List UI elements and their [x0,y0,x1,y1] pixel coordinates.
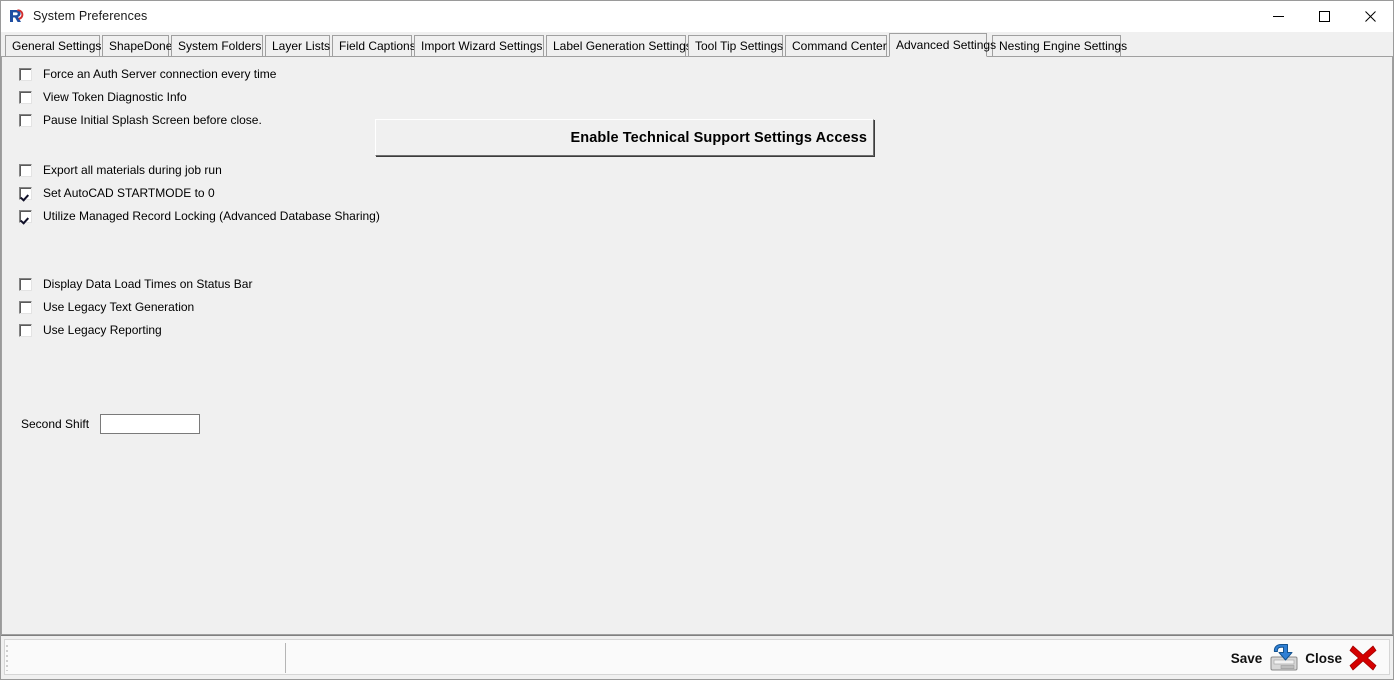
tab-label: Layer Lists [272,39,331,53]
tab-command-center[interactable]: Command Center [785,35,887,56]
checkbox-unchecked-icon[interactable] [19,323,32,337]
tab-label: Tool Tip Settings [695,39,784,53]
tab-label: System Folders [178,39,262,53]
checkbox-row[interactable]: Utilize Managed Record Locking (Advanced… [19,208,380,224]
checkbox-label: Pause Initial Splash Screen before close… [43,113,262,127]
checkbox-checked-icon[interactable] [19,186,32,200]
tab-label: Import Wizard Settings [421,39,543,53]
checkbox-label: Export all materials during job run [43,163,222,177]
window-controls [1255,1,1393,31]
tab-nesting-engine-settings[interactable]: Nesting Engine Settings [992,35,1127,56]
checkbox-unchecked-icon[interactable] [19,300,32,314]
checkbox-unchecked-icon[interactable] [19,90,32,104]
tab-label: Advanced Settings [896,38,997,52]
second-shift-input[interactable] [100,414,201,434]
tab-advanced-settings[interactable]: Advanced Settings [889,33,996,57]
checkbox-label: Set AutoCAD STARTMODE to 0 [43,186,215,200]
checkbox-label: Use Legacy Reporting [43,323,162,337]
checkbox-unchecked-icon[interactable] [19,113,32,127]
save-disk-icon[interactable] [1268,643,1300,673]
tab-import-wizard-settings[interactable]: Import Wizard Settings [414,35,544,56]
tab-label: Command Center [792,39,887,53]
tab-label: General Settings [12,39,102,53]
checkbox-unchecked-icon[interactable] [19,163,32,177]
maximize-button[interactable] [1301,1,1347,31]
tab-label: ShapeDone [109,39,173,53]
second-shift-label: Second Shift [21,417,90,431]
checkbox-row[interactable]: Display Data Load Times on Status Bar [19,276,252,292]
tab-tool-tip-settings[interactable]: Tool Tip Settings [688,35,783,56]
tab-field-captions[interactable]: Field Captions [332,35,416,56]
checkbox-label: View Token Diagnostic Info [43,90,187,104]
tab-layer-lists[interactable]: Layer Lists [265,35,330,56]
status-grip-icon [6,645,10,671]
advanced-settings-panel: Enable Technical Support Settings Access… [1,56,1393,635]
enable-technical-support-settings-access-button[interactable]: Enable Technical Support Settings Access [375,119,874,156]
checkbox-unchecked-icon[interactable] [19,277,32,291]
checkbox-label: Force an Auth Server connection every ti… [43,67,277,81]
title-bar: System Preferences [1,1,1393,32]
tab-label: Label Generation Settings [553,39,692,53]
checkbox-row[interactable]: Force an Auth Server connection every ti… [19,66,276,82]
checkbox-row[interactable]: Use Legacy Text Generation [19,299,194,315]
tab-label-generation-settings[interactable]: Label Generation Settings [546,35,692,56]
minimize-button[interactable] [1255,1,1301,31]
window-title: System Preferences [33,9,148,23]
checkbox-row[interactable]: View Token Diagnostic Info [19,89,187,105]
checkbox-unchecked-icon[interactable] [19,67,32,81]
status-bar-separator [285,643,286,673]
tab-strip: General Settings ShapeDone System Folders L… [1,32,1393,57]
status-bar [4,639,1390,675]
checkbox-row[interactable]: Export all materials during job run [19,162,222,178]
checkbox-row[interactable]: Set AutoCAD STARTMODE to 0 [19,185,215,201]
checkbox-row[interactable]: Pause Initial Splash Screen before close… [19,112,262,128]
tab-label: Field Captions [339,39,416,53]
close-button[interactable] [1347,1,1393,31]
system-preferences-window: System Preferences General Settings Shape… [0,0,1394,680]
checkbox-checked-icon[interactable] [19,209,32,223]
save-label[interactable]: Save [1231,651,1263,666]
r-logo-icon [8,7,26,25]
tab-general-settings[interactable]: General Settings [5,35,102,56]
checkbox-label: Display Data Load Times on Status Bar [43,277,253,291]
checkbox-label: Use Legacy Text Generation [43,300,195,314]
bottom-actions: Save Close [1231,636,1383,680]
tab-shapedone[interactable]: ShapeDone [102,35,173,56]
second-shift-row: Second Shift [21,414,201,434]
tab-system-folders[interactable]: System Folders [171,35,263,56]
close-label[interactable]: Close [1305,651,1342,666]
red-x-icon[interactable] [1348,643,1378,673]
checkbox-label: Utilize Managed Record Locking (Advanced… [43,209,380,223]
tab-label: Nesting Engine Settings [999,39,1128,53]
bottom-bar: Save Close [1,635,1393,679]
checkbox-row[interactable]: Use Legacy Reporting [19,322,162,338]
